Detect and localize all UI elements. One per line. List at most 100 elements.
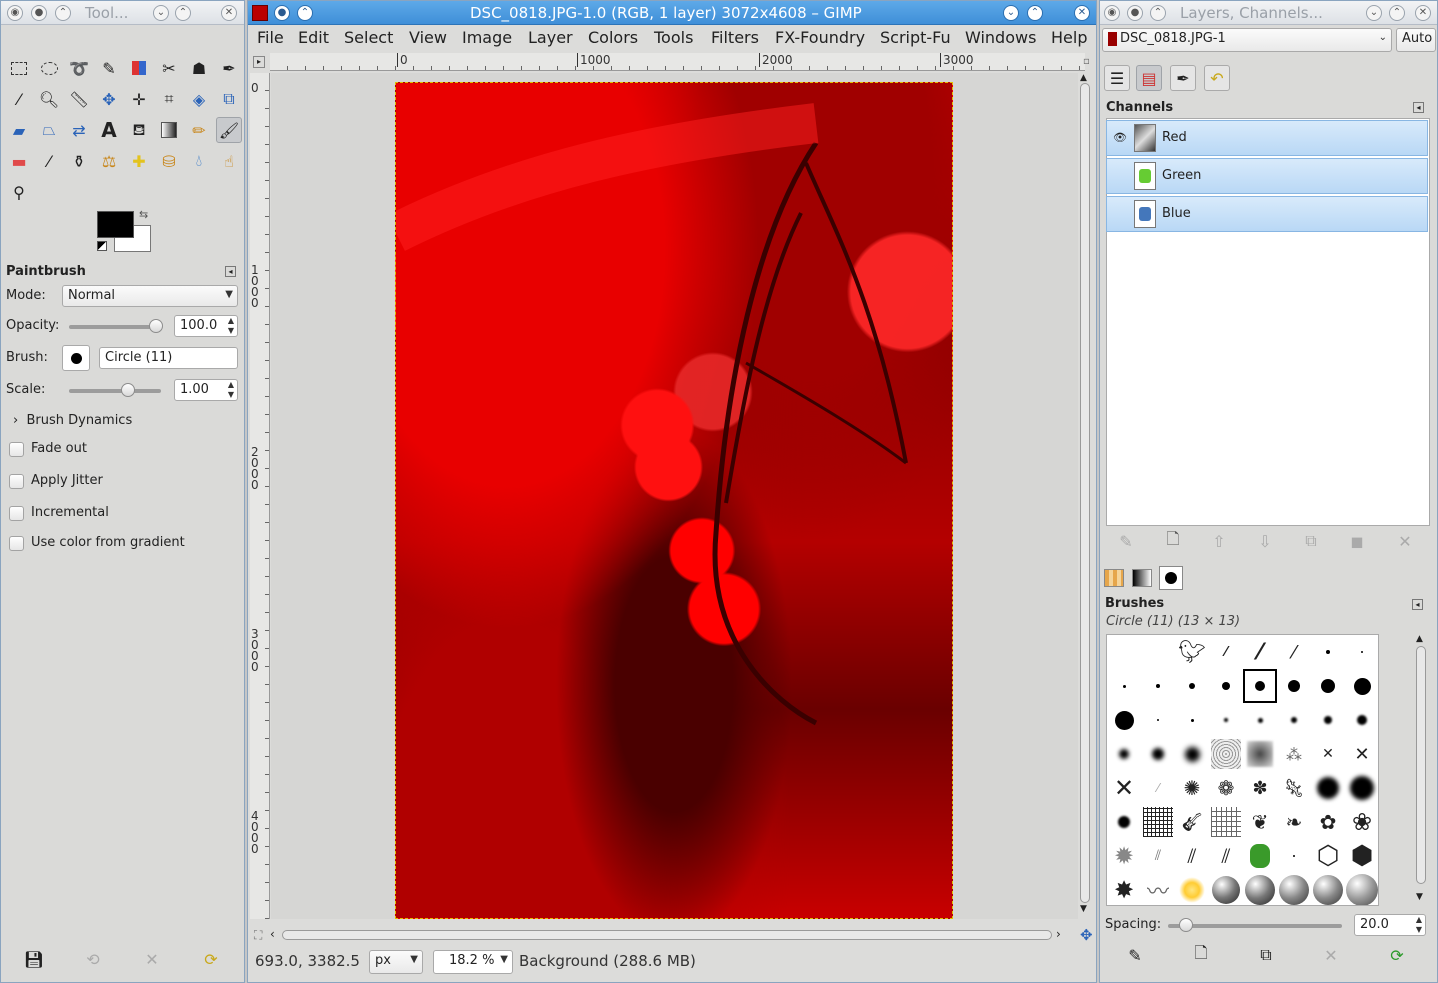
brush-cell[interactable]: 🦎︎ xyxy=(1277,771,1311,805)
delete-brush-icon[interactable]: ✕ xyxy=(1318,942,1344,968)
brush-cell[interactable] xyxy=(1141,703,1175,737)
configure-tab-icon[interactable]: ◂ xyxy=(225,266,236,277)
brush-cell[interactable]: ✸ xyxy=(1107,873,1141,905)
auto-button[interactable]: Auto xyxy=(1396,28,1436,52)
undo-tab-icon[interactable]: ↶ xyxy=(1204,65,1230,91)
brush-cell-selected[interactable] xyxy=(1243,669,1277,703)
ink-icon[interactable]: ⚱ xyxy=(66,148,92,174)
brush-cell[interactable]: 〰 xyxy=(1141,873,1175,905)
toolbox-titlebar[interactable]: ◉ ● ⌃ Tool... ⌄ ⌃ ✕ xyxy=(1,1,244,25)
menu-file[interactable]: File xyxy=(257,28,284,47)
canvas-area[interactable] xyxy=(271,73,1078,919)
menu-colors[interactable]: Colors xyxy=(588,28,638,47)
spin-arrows-icon[interactable]: ▲ ▼ xyxy=(1413,915,1425,935)
fade-out-checkbox[interactable] xyxy=(9,442,24,457)
minimize-icon[interactable]: ⌄ xyxy=(1366,5,1382,21)
brush-cell[interactable] xyxy=(1345,669,1378,703)
zoom-select[interactable]: 18.2 % ▼ xyxy=(433,950,513,974)
duplicate-brush-icon[interactable]: ⧉ xyxy=(1253,942,1279,968)
rect-select-icon[interactable] xyxy=(6,55,32,81)
move-icon[interactable]: ✥ xyxy=(96,86,122,112)
brush-cell[interactable]: ❁ xyxy=(1209,771,1243,805)
brush-cell[interactable] xyxy=(1175,737,1209,771)
configure-tab-icon[interactable]: ◂ xyxy=(1412,599,1423,610)
swap-colors-icon[interactable]: ⇆ xyxy=(139,208,148,221)
bucket-fill-icon[interactable]: ⛾ xyxy=(126,117,152,143)
shade-icon[interactable]: ⌃ xyxy=(1150,5,1166,21)
brush-cell[interactable] xyxy=(1175,873,1209,905)
apply-jitter-checkbox[interactable] xyxy=(9,474,24,489)
opacity-slider[interactable] xyxy=(69,325,161,329)
eraser-icon[interactable]: ▬ xyxy=(6,148,32,174)
paths-icon[interactable]: ✒ xyxy=(216,55,242,81)
brush-cell[interactable] xyxy=(1243,839,1277,873)
default-colors-icon[interactable] xyxy=(97,241,107,251)
brush-cell[interactable] xyxy=(1141,669,1175,703)
edit-brush-icon[interactable]: ✎ xyxy=(1122,942,1148,968)
quick-mask-corner-icon[interactable]: ▸ xyxy=(253,56,265,68)
close-icon[interactable]: ✕ xyxy=(221,5,237,21)
minimize-icon[interactable]: ⌄ xyxy=(1003,5,1019,21)
perspective-icon[interactable]: ⏢ xyxy=(36,117,62,143)
lasso-icon[interactable]: ➰ xyxy=(66,55,92,81)
scale-slider-handle[interactable] xyxy=(121,383,135,397)
crop-icon[interactable]: ⌗ xyxy=(156,86,182,112)
scroll-left-icon[interactable]: ‹ xyxy=(270,927,275,941)
brush-cell[interactable]: 🐦︎ xyxy=(1175,635,1209,669)
patterns-tab-icon[interactable] xyxy=(1104,569,1124,587)
scale-spinbox[interactable]: 1.00 ▲ ▼ xyxy=(174,379,238,401)
brush-cell[interactable] xyxy=(1107,805,1141,839)
brush-cell[interactable] xyxy=(1277,669,1311,703)
reset-options-icon[interactable]: ⟳ xyxy=(198,946,224,972)
brush-cell[interactable]: ✹ xyxy=(1107,839,1141,873)
brush-cell[interactable]: ⫽ xyxy=(1209,839,1243,873)
brush-cell[interactable]: ⁄ xyxy=(1141,771,1175,805)
maximize-icon[interactable]: ⌃ xyxy=(1389,5,1405,21)
brush-cell[interactable] xyxy=(1141,805,1175,839)
brush-cell[interactable]: ✿ xyxy=(1311,805,1345,839)
brushes-scrollbar[interactable] xyxy=(1416,646,1426,884)
lower-channel-icon[interactable]: ⇩ xyxy=(1252,528,1278,554)
brush-cell[interactable]: ❀ xyxy=(1345,805,1378,839)
image-window-titlebar[interactable]: ● ⌃ DSC_0818.JPG-1.0 (RGB, 1 layer) 3072… xyxy=(248,1,1096,25)
scissors-icon[interactable]: ✂ xyxy=(156,55,182,81)
close-icon[interactable]: ✕ xyxy=(1415,5,1431,21)
brush-cell[interactable]: ✕ xyxy=(1311,737,1345,771)
scale-slider[interactable] xyxy=(69,389,161,393)
airbrush-icon[interactable]: ⁄ xyxy=(36,148,62,174)
brush-cell[interactable] xyxy=(1311,703,1345,737)
menu-tools[interactable]: Tools xyxy=(654,28,693,47)
brush-cell[interactable] xyxy=(1311,873,1345,905)
window-menu-icon[interactable]: ◉ xyxy=(7,5,23,21)
unit-select[interactable]: px ▼ xyxy=(369,950,423,974)
channel-row-red[interactable]: 👁︎ Red xyxy=(1106,120,1428,156)
gradients-tab-icon[interactable] xyxy=(1132,569,1152,587)
zoom-icon[interactable]: 🔍︎ xyxy=(36,86,62,112)
refresh-brushes-icon[interactable]: ⟳ xyxy=(1384,942,1410,968)
brush-cell[interactable] xyxy=(1209,873,1243,905)
duplicate-channel-icon[interactable]: ⧉ xyxy=(1298,528,1324,554)
fuzzy-select-icon[interactable]: ✎ xyxy=(96,55,122,81)
channel-row-blue[interactable]: Blue xyxy=(1106,196,1428,232)
brush-cell[interactable]: 🎸︎ xyxy=(1175,805,1209,839)
edit-channel-icon[interactable]: ✎ xyxy=(1113,528,1139,554)
shade-icon[interactable]: ⌃ xyxy=(297,5,313,21)
menu-filters[interactable]: Filters xyxy=(711,28,759,47)
maximize-icon[interactable]: ⌃ xyxy=(175,5,191,21)
layers-tab-icon[interactable]: ☰ xyxy=(1104,65,1130,91)
pin-icon[interactable]: ● xyxy=(31,5,47,21)
select-by-color-icon[interactable] xyxy=(126,55,152,81)
spin-arrows-icon[interactable]: ▲ ▼ xyxy=(225,316,237,336)
brush-cell[interactable]: ⁄ xyxy=(1277,635,1311,669)
brush-cell[interactable]: ❦ xyxy=(1243,805,1277,839)
brush-cell[interactable] xyxy=(1345,635,1378,669)
brush-cell[interactable] xyxy=(1243,737,1277,771)
channels-tab-icon[interactable]: ▤ xyxy=(1136,65,1162,91)
foreground-color-swatch[interactable] xyxy=(97,211,134,238)
brush-cell[interactable]: ❧ xyxy=(1277,805,1311,839)
scale-icon[interactable]: ⧉ xyxy=(216,86,242,112)
new-brush-icon[interactable]: 🗋︎ xyxy=(1188,942,1214,968)
image-canvas[interactable] xyxy=(395,82,953,919)
brush-cell[interactable] xyxy=(1175,669,1209,703)
brush-cell[interactable]: ⬢ xyxy=(1345,839,1378,873)
